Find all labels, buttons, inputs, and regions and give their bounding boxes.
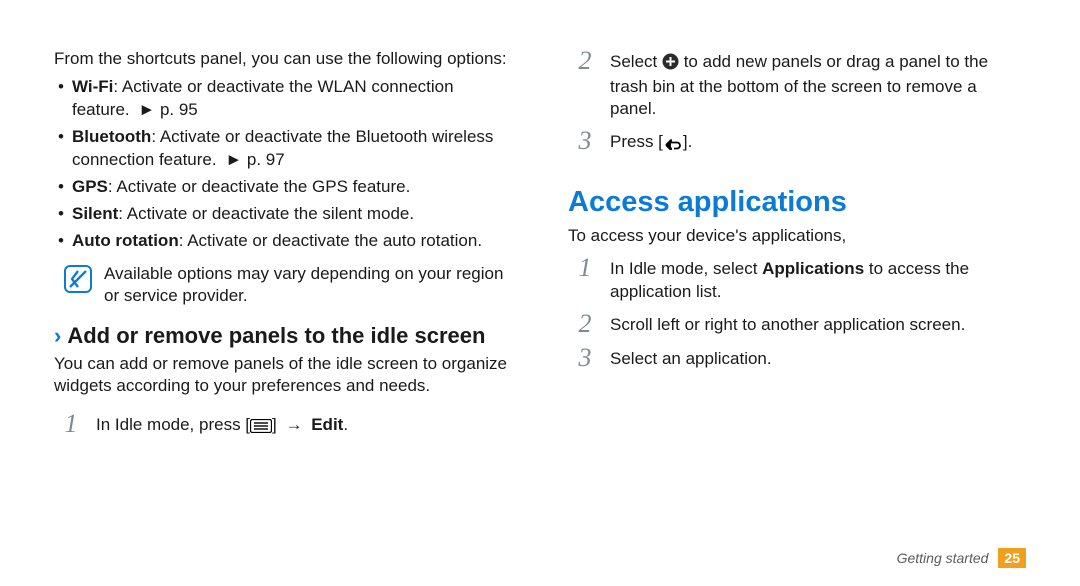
step-text: Select an application. xyxy=(610,345,772,370)
shortcuts-intro: From the shortcuts panel, you can use th… xyxy=(54,48,512,70)
step-text: Select to add new panels or drag a panel… xyxy=(610,48,1026,120)
left-column: From the shortcuts panel, you can use th… xyxy=(54,48,512,528)
access-apps-intro: To access your device's applications, xyxy=(568,225,1026,247)
step-number: 2 xyxy=(574,48,596,74)
chevron-icon: › xyxy=(54,323,61,349)
note-box: Available options may vary depending on … xyxy=(54,263,512,307)
steps-list-left: 1 In Idle mode, press [] → Edit. xyxy=(54,411,512,447)
list-item: Silent: Activate or deactivate the silen… xyxy=(72,203,512,226)
sub-heading-body: You can add or remove panels of the idle… xyxy=(54,353,512,397)
steps-list-right-top: 2 Select to add new panels or drag a pan… xyxy=(568,48,1026,164)
step-number: 3 xyxy=(574,345,596,371)
shortcut-options-list: Wi-Fi: Activate or deactivate the WLAN c… xyxy=(54,76,512,257)
menu-icon xyxy=(250,417,272,439)
option-desc: : Activate or deactivate the auto rotati… xyxy=(179,231,482,250)
heading-access-applications: Access applications xyxy=(568,186,1026,219)
page-number-badge: 25 xyxy=(998,548,1026,568)
option-desc: : Activate or deactivate the WLAN connec… xyxy=(72,77,454,119)
step-item: 2 Scroll left or right to another applic… xyxy=(574,311,1026,337)
right-column: 2 Select to add new panels or drag a pan… xyxy=(568,48,1026,528)
option-desc: : Activate or deactivate the GPS feature… xyxy=(108,177,410,196)
step-number: 1 xyxy=(574,255,596,281)
step-text: Scroll left or right to another applicat… xyxy=(610,311,965,336)
step-number: 1 xyxy=(60,411,82,437)
option-label: Silent xyxy=(72,204,118,223)
step-item: 3 Select an application. xyxy=(574,345,1026,371)
list-item: Auto rotation: Activate or deactivate th… xyxy=(72,230,512,253)
step-item: 1 In Idle mode, press [] → Edit. xyxy=(60,411,512,439)
step-item: 1 In Idle mode, select Applications to a… xyxy=(574,255,1026,302)
steps-list-right-bottom: 1 In Idle mode, select Applications to a… xyxy=(568,255,1026,378)
option-label: Bluetooth xyxy=(72,127,151,146)
page-footer: Getting started 25 xyxy=(897,548,1026,568)
option-desc: : Activate or deactivate the silent mode… xyxy=(118,204,414,223)
plus-circle-icon xyxy=(662,53,679,76)
note-text: Available options may vary depending on … xyxy=(104,263,512,307)
step-item: 3 Press []. xyxy=(574,128,1026,156)
back-icon xyxy=(663,134,683,156)
step-number: 3 xyxy=(574,128,596,154)
option-label: GPS xyxy=(72,177,108,196)
page-ref: ► p. 95 xyxy=(138,100,197,119)
list-item: GPS: Activate or deactivate the GPS feat… xyxy=(72,176,512,199)
step-text: In Idle mode, select Applications to acc… xyxy=(610,255,1026,302)
option-label: Wi-Fi xyxy=(72,77,113,96)
list-item: Bluetooth: Activate or deactivate the Bl… xyxy=(72,126,512,172)
step-text: Press []. xyxy=(610,128,692,156)
step-item: 2 Select to add new panels or drag a pan… xyxy=(574,48,1026,120)
option-label: Auto rotation xyxy=(72,231,179,250)
footer-section: Getting started xyxy=(897,550,989,566)
note-icon xyxy=(64,265,92,293)
sub-heading-add-remove-panels: › Add or remove panels to the idle scree… xyxy=(54,323,512,349)
page-ref: ► p. 97 xyxy=(225,150,284,169)
page-columns: From the shortcuts panel, you can use th… xyxy=(54,48,1026,528)
list-item: Wi-Fi: Activate or deactivate the WLAN c… xyxy=(72,76,512,122)
step-number: 2 xyxy=(574,311,596,337)
sub-heading-text: Add or remove panels to the idle screen xyxy=(67,323,485,349)
step-text: In Idle mode, press [] → Edit. xyxy=(96,411,348,439)
